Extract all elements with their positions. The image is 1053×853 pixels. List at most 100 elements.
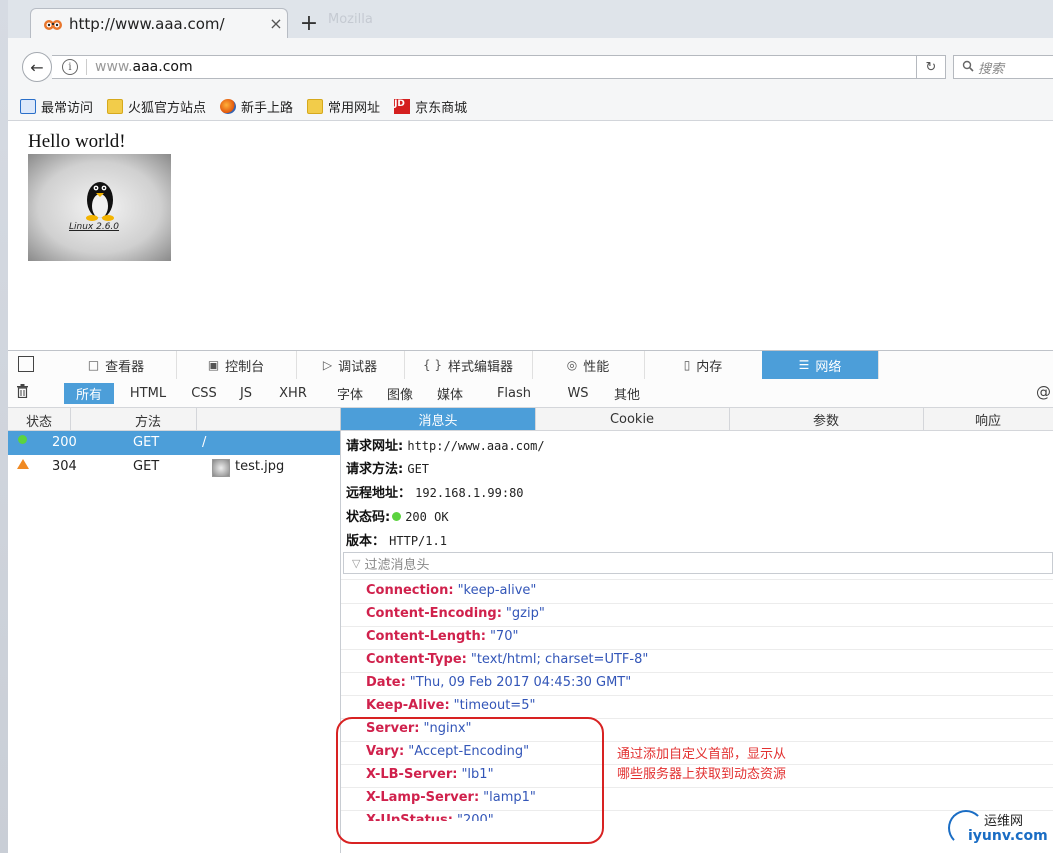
- header-value: "Thu, 09 Feb 2017 04:45:30 GMT": [409, 675, 632, 690]
- tab-close-icon[interactable]: ×: [265, 14, 287, 33]
- summary-label: 请求网址:: [346, 439, 404, 454]
- firefox-icon: [220, 98, 237, 114]
- column-status[interactable]: 状态: [26, 411, 52, 430]
- annotation-highlight-box: [336, 717, 604, 844]
- watermark-line2: iyunv.com: [968, 828, 1048, 844]
- filter-flash[interactable]: Flash: [478, 383, 550, 404]
- bookmark-item-jd[interactable]: JD 京东商城: [394, 97, 467, 116]
- settings-icon[interactable]: @: [1036, 383, 1051, 401]
- url-separator: [86, 59, 87, 75]
- summary-value: GET: [407, 462, 430, 476]
- search-placeholder: 搜索: [978, 61, 1005, 77]
- header-row[interactable]: Connection: "keep-alive": [341, 580, 1053, 604]
- summary-status-code: 状态码: 200 OK: [346, 506, 449, 525]
- tab-inspector[interactable]: □ 查看器: [56, 351, 177, 379]
- column-method[interactable]: 方法: [135, 411, 161, 430]
- details-tabs: 消息头 Cookie 参数 响应: [341, 408, 1053, 431]
- request-file: test.jpg: [235, 459, 285, 474]
- bookmark-item-getting-started[interactable]: 新手上路: [220, 97, 293, 116]
- summary-value: 192.168.1.99:80: [415, 486, 524, 500]
- header-name: Content-Encoding:: [366, 606, 502, 621]
- header-row[interactable]: Date: "Thu, 09 Feb 2017 04:45:30 GMT": [341, 672, 1053, 696]
- header-row[interactable]: Content-Type: "text/html; charset=UTF-8": [341, 649, 1053, 673]
- summary-value[interactable]: http://www.aaa.com/: [407, 439, 544, 453]
- reload-button[interactable]: ↻: [916, 55, 946, 79]
- network-filter-bar: 所有 HTML CSS JS XHR 字体 图像 媒体 Flash WS 其他 …: [8, 379, 1053, 408]
- request-method: GET: [133, 435, 160, 450]
- trash-icon[interactable]: [16, 384, 29, 402]
- filter-css[interactable]: CSS: [182, 383, 226, 404]
- watermark-line1: 运维网: [984, 814, 1024, 829]
- element-picker-icon[interactable]: [18, 356, 34, 372]
- header-filter-placeholder: 过滤消息头: [364, 557, 430, 573]
- annotation-text: 通过添加自定义首部，显示从 哪些服务器上获取到动态资源: [617, 745, 786, 785]
- summary-request-method: 请求方法: GET: [346, 458, 429, 477]
- filter-all[interactable]: 所有: [64, 383, 114, 404]
- folder-icon: [307, 98, 324, 114]
- tab-performance[interactable]: ◎ 性能: [532, 351, 645, 379]
- filter-xhr[interactable]: XHR: [266, 383, 320, 404]
- search-box[interactable]: 搜索: [953, 55, 1053, 79]
- tab-debugger[interactable]: ▷ 调试器: [296, 351, 405, 379]
- header-value: "timeout=5": [453, 698, 536, 713]
- filter-funnel-icon: ▽: [352, 556, 361, 570]
- summary-value: HTTP/1.1: [389, 534, 447, 548]
- search-icon: [962, 60, 974, 75]
- header-name: Connection:: [366, 583, 454, 598]
- header-filter-input[interactable]: ▽ 过滤消息头: [343, 552, 1053, 574]
- filter-js[interactable]: JS: [230, 383, 262, 404]
- page-heading: Hello world!: [28, 131, 126, 152]
- header-row[interactable]: Content-Length: "70": [341, 626, 1053, 650]
- bookmark-label: 最常访问: [41, 100, 94, 116]
- warning-triangle-icon: [17, 459, 29, 469]
- bookmark-label: 常用网址: [328, 100, 381, 116]
- header-name: Date:: [366, 675, 406, 690]
- bookmark-label: 火狐官方站点: [128, 100, 207, 116]
- tab-console[interactable]: ▣ 控制台: [176, 351, 297, 379]
- tab-response[interactable]: 响应: [923, 408, 1053, 430]
- filter-images[interactable]: 图像: [378, 383, 422, 404]
- tab-style-editor[interactable]: { } 样式编辑器: [404, 351, 533, 379]
- bookmark-label: 京东商城: [415, 100, 468, 116]
- header-value: "gzip": [505, 606, 545, 621]
- filter-ws[interactable]: WS: [556, 383, 600, 404]
- summary-label: 请求方法:: [346, 462, 404, 477]
- filter-other[interactable]: 其他: [604, 383, 650, 404]
- performance-icon: ◎: [566, 358, 578, 372]
- tab-cookie[interactable]: Cookie: [535, 408, 730, 430]
- bookmark-item-firefox-site[interactable]: 火狐官方站点: [107, 97, 206, 116]
- site-info-icon[interactable]: i: [62, 59, 78, 75]
- browser-tab[interactable]: http://www.aaa.com/ ×: [30, 8, 288, 38]
- devtools-toolbar: □ 查看器 ▣ 控制台 ▷ 调试器 { } 样式编辑器 ◎ 性能 ▯ 内存 ☰ 网络: [8, 350, 1053, 380]
- tab-params[interactable]: 参数: [729, 408, 924, 430]
- tab-headers[interactable]: 消息头: [341, 408, 536, 430]
- request-row[interactable]: 200 GET /: [8, 431, 340, 455]
- ghost-tab-label: Mozilla: [328, 12, 373, 27]
- summary-request-url: 请求网址: http://www.aaa.com/: [346, 435, 545, 454]
- jd-icon: JD: [394, 98, 411, 114]
- header-row[interactable]: Keep-Alive: "timeout=5": [341, 695, 1053, 719]
- filter-html[interactable]: HTML: [120, 383, 176, 404]
- window-left-edge: [0, 0, 8, 853]
- filter-media[interactable]: 媒体: [428, 383, 472, 404]
- bookmark-item-most-visited[interactable]: 最常访问: [20, 97, 93, 116]
- back-button[interactable]: ←: [22, 52, 52, 82]
- url-text[interactable]: www.aaa.com: [95, 59, 193, 75]
- url-host-main: aaa.com: [132, 59, 193, 75]
- tab-memory[interactable]: ▯ 内存: [644, 351, 763, 379]
- column-divider: [70, 408, 71, 430]
- bookmark-item-common-sites[interactable]: 常用网址: [307, 97, 380, 116]
- request-row[interactable]: 304 GET test.jpg: [8, 455, 340, 479]
- header-row[interactable]: Content-Encoding: "gzip": [341, 603, 1053, 627]
- url-host-prefix: www.: [95, 59, 133, 75]
- bookmarks-toolbar: 最常访问 火狐官方站点 新手上路 常用网址 JD 京东商城: [8, 92, 1053, 121]
- new-tab-button[interactable]: +: [294, 10, 324, 36]
- image-thumbnail-icon: [212, 459, 230, 477]
- filter-fonts[interactable]: 字体: [328, 383, 372, 404]
- image-caption: Linux 2.6.0: [69, 222, 120, 232]
- tab-network[interactable]: ☰ 网络: [762, 351, 879, 379]
- url-bar[interactable]: i www.aaa.com: [52, 55, 932, 79]
- summary-value: 200 OK: [405, 510, 449, 524]
- column-divider: [196, 408, 197, 430]
- header-name: Content-Type:: [366, 652, 467, 667]
